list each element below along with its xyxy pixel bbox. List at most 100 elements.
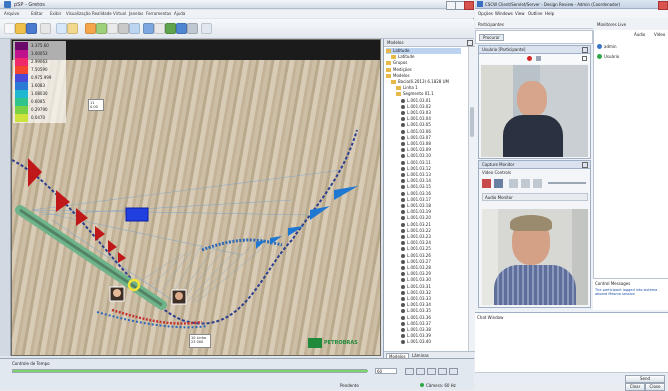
tree-node[interactable]: Modelos [386, 73, 410, 79]
mute-icon[interactable] [536, 56, 541, 61]
rmenu-windows[interactable]: Windows [495, 11, 513, 16]
tree-node[interactable]: L.001.03.24 [401, 240, 431, 246]
menu-janelas[interactable]: Janelas [129, 11, 143, 16]
camera-icon[interactable] [118, 23, 129, 34]
menu-ferramentas[interactable]: Ferramentas [146, 11, 171, 16]
view-top-icon[interactable] [154, 23, 165, 34]
tree-node[interactable]: L.001.03.06 [401, 129, 431, 135]
tree-node[interactable]: L.001.03.02 [401, 104, 431, 110]
fullscreen-icon[interactable] [582, 56, 587, 61]
rmenu-help[interactable]: Help [545, 11, 554, 16]
tree-node[interactable]: Linha 1 [396, 85, 418, 91]
tree-node[interactable]: L.001.03.04 [401, 116, 431, 122]
tree-node[interactable]: L.001.03.03 [401, 110, 431, 116]
send-button[interactable]: Send [625, 375, 665, 383]
volume-slider[interactable] [548, 182, 586, 184]
rmenu-view[interactable]: View [515, 11, 525, 16]
right-close-button[interactable] [658, 1, 668, 10]
tree-node[interactable]: L.001.03.36 [401, 315, 431, 321]
rmenu-outline[interactable]: Outline [528, 11, 542, 16]
tree-node[interactable]: L.001.03.21 [401, 222, 431, 228]
capture-camera-icon[interactable] [509, 179, 518, 188]
tree-node[interactable]: L.001.03.17 [401, 197, 431, 203]
save-icon[interactable] [26, 23, 37, 34]
layers-icon[interactable] [143, 23, 154, 34]
tree-node[interactable]: L.001.03.32 [401, 290, 431, 296]
tree-node[interactable]: L.001.03.39 [401, 333, 431, 339]
tree-node[interactable]: L.001.03.20 [401, 215, 431, 221]
user-row[interactable]: Usuário [596, 52, 667, 60]
stop-icon[interactable] [438, 368, 447, 375]
tree-node[interactable]: L.001.03.05 [401, 122, 431, 128]
tree-node[interactable]: L.001.03.23 [401, 234, 431, 240]
chat-window[interactable]: Chat Window [475, 312, 668, 372]
tree-node[interactable]: L.001.03.27 [401, 259, 431, 265]
tree-node[interactable]: L.001.03.29 [401, 271, 431, 277]
search-button[interactable]: Procurar [479, 34, 504, 41]
capture-audio-icon[interactable] [521, 179, 530, 188]
tree-node[interactable]: L.001.03.10 [401, 153, 431, 159]
tree-scrollbar[interactable] [468, 47, 475, 351]
tree-node[interactable]: L.001.03.19 [401, 209, 431, 215]
settings-icon[interactable] [187, 23, 198, 34]
tree-node[interactable]: L.001.03.09 [401, 147, 431, 153]
tree-node[interactable]: L.001.03.14 [401, 178, 431, 184]
menu-arquivo[interactable]: Arquivo [4, 11, 19, 16]
view-side-icon[interactable] [176, 23, 187, 34]
tree-node[interactable]: L.001.03.26 [401, 253, 431, 259]
tree-node[interactable]: Grupos [386, 60, 407, 66]
help-icon[interactable] [201, 23, 212, 34]
user-row[interactable]: admin [596, 42, 667, 50]
zoom-icon[interactable] [56, 23, 67, 34]
tree-node[interactable]: L.001.03.30 [401, 277, 431, 283]
tree-node[interactable]: L.001.03.33 [401, 296, 431, 302]
import-icon[interactable] [40, 23, 51, 34]
close-button[interactable] [464, 1, 474, 10]
capture-record-icon[interactable] [482, 179, 491, 188]
record-icon[interactable] [527, 56, 532, 61]
rmenu-opcoes[interactable]: Opções [478, 11, 493, 16]
forward-icon[interactable] [449, 368, 458, 375]
tree-node[interactable]: L.001.03.37 [401, 321, 431, 327]
video1-close-icon[interactable] [582, 47, 588, 53]
light-icon[interactable] [129, 23, 140, 34]
tree-node[interactable]: Bacia(6.2013) 6.1828 UM [391, 79, 449, 85]
play-icon[interactable] [416, 368, 425, 375]
time-slider-track[interactable] [12, 369, 368, 373]
rotate-icon[interactable] [85, 23, 96, 34]
tree-node[interactable]: L.001.03.13 [401, 172, 431, 178]
tree-node[interactable]: L.001.03.34 [401, 302, 431, 308]
capture-monitor-icon[interactable] [533, 179, 542, 188]
tree-node[interactable]: Latitude [391, 54, 414, 60]
view-front-icon[interactable] [165, 23, 176, 34]
pan-icon[interactable] [67, 23, 78, 34]
open-folder-icon[interactable] [15, 23, 26, 34]
menu-visualizacao[interactable]: Visualização [66, 11, 91, 16]
tree-node[interactable]: L.001.03.01 [401, 98, 431, 104]
tree-node[interactable]: L.001.03.18 [401, 203, 431, 209]
tree-close-icon[interactable] [467, 40, 473, 46]
tree-node[interactable]: L.001.03.31 [401, 284, 431, 290]
menu-exibir[interactable]: Exibir [50, 11, 61, 16]
tree-node[interactable]: L.001.03.35 [401, 308, 431, 314]
tree-node[interactable]: Medições [386, 67, 412, 73]
tree-node[interactable]: L.001.03.28 [401, 265, 431, 271]
tree-node[interactable]: L.001.03.15 [401, 184, 431, 190]
new-file-icon[interactable] [4, 23, 15, 34]
tree-node[interactable]: L.001.03.11 [401, 160, 431, 166]
tree-scroll-thumb[interactable] [470, 107, 474, 137]
menu-ajuda[interactable]: Ajuda [174, 11, 185, 16]
tree-node[interactable]: Latitude [386, 48, 461, 54]
capture-settings-icon[interactable] [494, 179, 503, 188]
tree-node[interactable]: L.001.03.07 [401, 135, 431, 141]
tree-node[interactable]: L.001.03.38 [401, 327, 431, 333]
pause-icon[interactable] [427, 368, 436, 375]
video2-close-icon[interactable] [582, 162, 588, 168]
tree-node[interactable]: Segmento 01.1 [396, 91, 434, 97]
select-icon[interactable] [96, 23, 107, 34]
tree-node[interactable]: L.001.03.25 [401, 246, 431, 252]
menu-editar[interactable]: Editar [31, 11, 43, 16]
tree-node[interactable]: L.001.03.08 [401, 141, 431, 147]
3d-viewport[interactable]: 3.375.60 3.00053 2.99063 7.50590 0.975.9… [11, 39, 381, 356]
tree-node[interactable]: L.001.03.22 [401, 228, 431, 234]
